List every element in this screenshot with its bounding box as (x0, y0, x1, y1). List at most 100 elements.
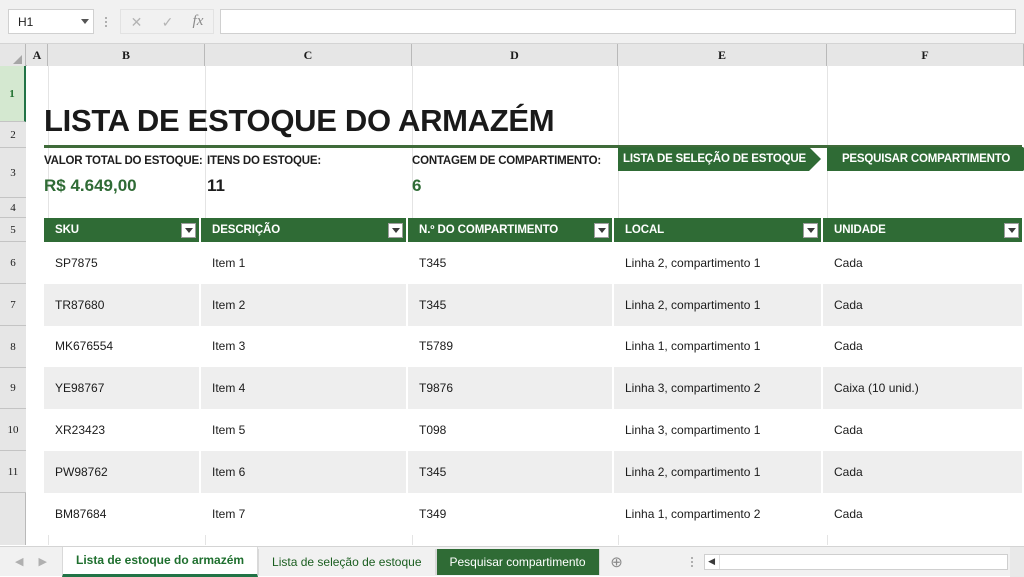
page-title: LISTA DE ESTOQUE DO ARMAZÉM (44, 99, 924, 143)
table-cell[interactable]: Linha 2, compartimento 1 (614, 451, 823, 493)
summary-value-1: 11 (207, 176, 225, 196)
table-header-label: SKU (55, 224, 181, 236)
filter-dropdown-icon[interactable] (388, 223, 403, 238)
horizontal-scrollbar[interactable]: ◀ (704, 554, 1008, 570)
formula-bar-handle[interactable] (100, 9, 112, 34)
table-cell[interactable]: T349 (408, 493, 614, 535)
insert-function-icon[interactable]: fx (193, 14, 204, 29)
sheet-tab-0[interactable]: Lista de estoque do armazém (62, 547, 258, 577)
row-header-2[interactable]: 2 (0, 122, 26, 148)
column-header-d[interactable]: D (412, 44, 618, 66)
chevron-down-icon[interactable] (81, 19, 89, 24)
table-cell[interactable]: Linha 2, compartimento 1 (614, 284, 823, 326)
chevron-down-icon (598, 228, 606, 233)
table-cell[interactable]: Item 1 (201, 242, 408, 284)
table-cell[interactable]: Cada (823, 326, 1024, 368)
table-cell[interactable]: BM87684 (44, 493, 201, 535)
table-cell[interactable]: PW98762 (44, 451, 201, 493)
select-all-corner[interactable] (0, 44, 26, 66)
row-header-3[interactable]: 3 (0, 148, 26, 198)
table-cell[interactable]: Item 4 (201, 367, 408, 409)
table-cell[interactable]: Linha 3, compartimento 1 (614, 409, 823, 451)
table-cell[interactable]: Item 5 (201, 409, 408, 451)
table-cell[interactable]: Linha 3, compartimento 2 (614, 367, 823, 409)
table-cell[interactable]: SP7875 (44, 242, 201, 284)
formula-bar: H1 ✕ ✓ fx (0, 0, 1024, 44)
row-header-7[interactable]: 7 (0, 284, 26, 326)
filter-dropdown-icon[interactable] (1004, 223, 1019, 238)
tab-navigation: ◀ ▶ (0, 547, 62, 577)
column-header-a[interactable]: A (27, 44, 48, 66)
cancel-icon[interactable]: ✕ (131, 15, 143, 29)
table-cell[interactable]: Linha 1, compartimento 2 (614, 493, 823, 535)
nav-button-0[interactable]: LISTA DE SELEÇÃO DE ESTOQUE (618, 147, 821, 171)
name-box-value: H1 (18, 15, 81, 29)
add-sheet-button[interactable]: ⊕ (600, 547, 634, 577)
table-header-cell[interactable]: DESCRIÇÃO (201, 218, 408, 242)
chevron-right-icon[interactable]: ▶ (39, 555, 47, 568)
table-cell[interactable]: Item 2 (201, 284, 408, 326)
table-header-label: LOCAL (625, 224, 803, 236)
name-box[interactable]: H1 (8, 9, 94, 34)
table-cell[interactable]: Linha 1, compartimento 1 (614, 326, 823, 368)
chevron-left-icon[interactable]: ◀ (15, 555, 23, 568)
filter-dropdown-icon[interactable] (594, 223, 609, 238)
summary-label-0: VALOR TOTAL DO ESTOQUE: (44, 155, 203, 167)
scroll-left-icon[interactable]: ◀ (705, 555, 720, 569)
table-cell[interactable]: TR87680 (44, 284, 201, 326)
sheet-tabs: Lista de estoque do armazémLista de sele… (62, 547, 600, 577)
table-cell[interactable]: XR23423 (44, 409, 201, 451)
row-header-9[interactable]: 9 (0, 368, 26, 409)
chevron-down-icon (392, 228, 400, 233)
sheet-tab-2[interactable]: Pesquisar compartimento (436, 549, 600, 575)
table-header-cell[interactable]: LOCAL (614, 218, 823, 242)
table-cell[interactable]: Cada (823, 409, 1024, 451)
row-header-4[interactable]: 4 (0, 198, 26, 218)
table-cell[interactable]: MK676554 (44, 326, 201, 368)
table-header-label: N.º DO COMPARTIMENTO (419, 224, 594, 236)
column-header-c[interactable]: C (205, 44, 412, 66)
table-cell[interactable]: Linha 2, compartimento 1 (614, 242, 823, 284)
table-header-cell[interactable]: SKU (44, 218, 201, 242)
filter-dropdown-icon[interactable] (803, 223, 818, 238)
table-cell[interactable]: T098 (408, 409, 614, 451)
summary-value-2: 6 (412, 176, 421, 196)
nav-button-1[interactable]: PESQUISAR COMPARTIMENTO (827, 147, 1024, 171)
row-header-10[interactable]: 10 (0, 409, 26, 451)
row-header-1[interactable]: 1 (0, 66, 26, 122)
column-header-b[interactable]: B (48, 44, 205, 66)
table-header-cell[interactable]: N.º DO COMPARTIMENTO (408, 218, 614, 242)
row-header-8[interactable]: 8 (0, 326, 26, 368)
table-header-cell[interactable]: UNIDADE (823, 218, 1024, 242)
formula-input[interactable] (220, 9, 1016, 34)
table-cell[interactable]: Cada (823, 284, 1024, 326)
table-header-label: UNIDADE (834, 224, 1004, 236)
table-cell[interactable]: Cada (823, 242, 1024, 284)
chevron-down-icon (1008, 228, 1016, 233)
tab-split-handle[interactable] (686, 547, 698, 577)
scrollbar-track[interactable] (720, 555, 1007, 569)
table-cell[interactable]: T345 (408, 451, 614, 493)
table-cell[interactable]: T9876 (408, 367, 614, 409)
table-cell[interactable]: Cada (823, 493, 1024, 535)
table-cell[interactable]: Caixa (10 unid.) (823, 367, 1024, 409)
table-cell[interactable]: Cada (823, 451, 1024, 493)
row-header-5[interactable]: 5 (0, 218, 26, 242)
sheet-tab-1[interactable]: Lista de seleção de estoque (258, 549, 435, 575)
table-cell[interactable]: T345 (408, 284, 614, 326)
worksheet-grid[interactable]: LISTA DE ESTOQUE DO ARMAZÉM VALOR TOTAL … (27, 66, 1024, 545)
table-cell[interactable]: T5789 (408, 326, 614, 368)
row-header-column: 1234567891011 (0, 66, 26, 545)
column-header-e[interactable]: E (618, 44, 827, 66)
table-cell[interactable]: YE98767 (44, 367, 201, 409)
table-cell[interactable]: T345 (408, 242, 614, 284)
table-cell[interactable]: Item 6 (201, 451, 408, 493)
column-header-f[interactable]: F (827, 44, 1024, 66)
select-all-icon (13, 55, 22, 64)
table-cell[interactable]: Item 7 (201, 493, 408, 535)
row-header-6[interactable]: 6 (0, 242, 26, 284)
row-header-11[interactable]: 11 (0, 451, 26, 493)
confirm-icon[interactable]: ✓ (162, 15, 174, 29)
filter-dropdown-icon[interactable] (181, 223, 196, 238)
table-cell[interactable]: Item 3 (201, 326, 408, 368)
